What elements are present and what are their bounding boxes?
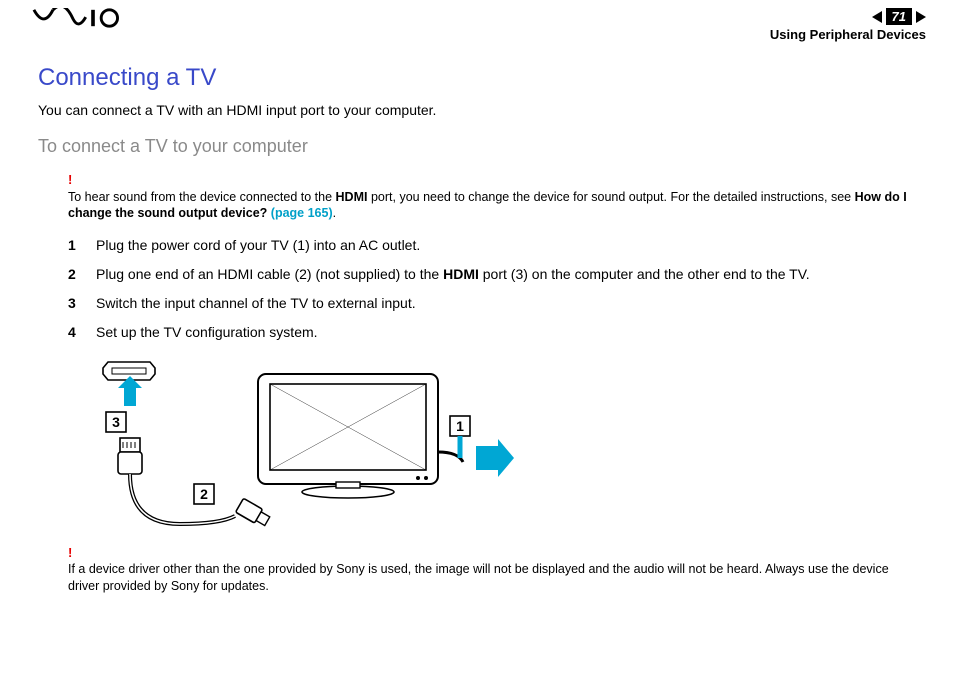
page-number: 71 [886, 8, 912, 25]
step-item: 2Plug one end of an HDMI cable (2) (not … [68, 265, 916, 284]
caution-note-2: ! If a device driver other than the one … [38, 544, 916, 595]
diagram-label-1: 1 [456, 418, 464, 434]
section-title: Using Peripheral Devices [770, 27, 926, 42]
subtitle: To connect a TV to your computer [38, 136, 916, 157]
warning-icon: ! [68, 171, 916, 189]
vaio-logo [28, 8, 138, 31]
page-title: Connecting a TV [38, 64, 916, 92]
next-page-icon[interactable] [916, 11, 926, 23]
diagram-label-3: 3 [112, 414, 120, 430]
step-item: 1Plug the power cord of your TV (1) into… [68, 236, 916, 255]
diagram-label-2: 2 [200, 486, 208, 502]
connection-diagram: 3 2 [38, 354, 916, 534]
steps-list: 1Plug the power cord of your TV (1) into… [38, 236, 916, 342]
page-ref-link[interactable]: (page 165) [271, 206, 333, 220]
page-navigator: 71 [872, 8, 926, 25]
warning-icon: ! [68, 544, 916, 562]
step-item: 3Switch the input channel of the TV to e… [68, 294, 916, 313]
caution-note-1: ! To hear sound from the device connecte… [38, 171, 916, 222]
intro-text: You can connect a TV with an HDMI input … [38, 102, 916, 118]
prev-page-icon[interactable] [872, 11, 882, 23]
step-item: 4Set up the TV configuration system. [68, 323, 916, 342]
